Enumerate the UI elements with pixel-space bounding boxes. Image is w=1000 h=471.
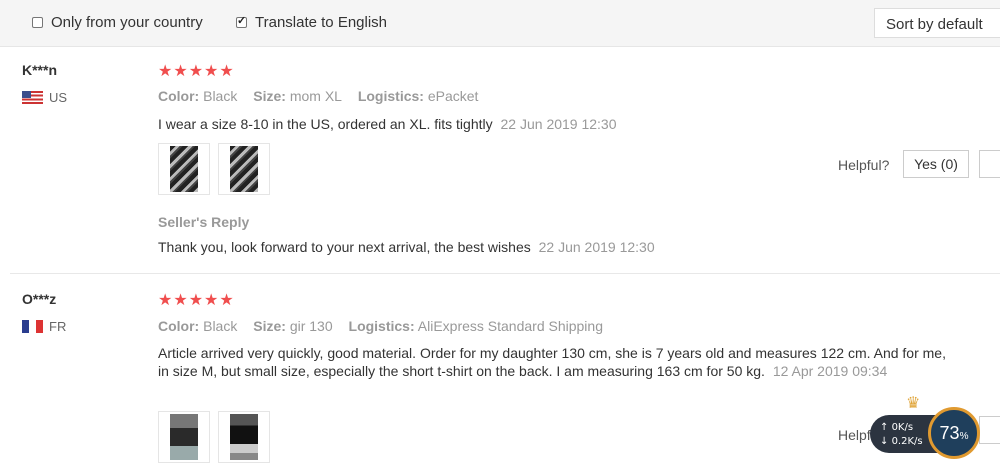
color-label: Color: bbox=[158, 88, 200, 104]
crown-icon: ♛ bbox=[906, 395, 921, 412]
seller-reply-label: Seller's Reply bbox=[158, 214, 250, 230]
review-text: I wear a size 8-10 in the US, ordered an… bbox=[158, 115, 948, 133]
translate-label: Translate to English bbox=[255, 14, 388, 31]
logistics-label: Logistics: bbox=[357, 88, 424, 104]
logistics-label: Logistics: bbox=[348, 318, 415, 334]
only-country-filter[interactable]: Only from your country bbox=[32, 14, 203, 31]
star-rating: ★★★★★ bbox=[158, 63, 235, 80]
size-label: Size: bbox=[253, 318, 286, 334]
color-value: Black bbox=[203, 318, 238, 334]
network-speed-widget[interactable]: ↑ 0K/s ↓ 0.2K/s ♛ 73% bbox=[866, 395, 990, 461]
upload-rate: ↑ 0K/s bbox=[880, 422, 914, 433]
review-date: 22 Jun 2019 12:30 bbox=[500, 116, 617, 132]
only-country-checkbox[interactable] bbox=[32, 17, 43, 28]
country-code: FR bbox=[49, 319, 67, 334]
color-value: Black bbox=[203, 88, 238, 104]
review-body: I wear a size 8-10 in the US, ordered an… bbox=[158, 116, 493, 132]
review-photo[interactable] bbox=[158, 411, 210, 463]
review-divider bbox=[10, 273, 1000, 274]
reviewer-country: FR bbox=[22, 319, 66, 334]
usage-percent: 73 bbox=[939, 423, 960, 443]
seller-reply-text: Thank you, look forward to your next arr… bbox=[158, 238, 948, 256]
logistics-value: AliExpress Standard Shipping bbox=[417, 318, 603, 334]
translate-filter[interactable]: Translate to English bbox=[236, 14, 387, 31]
helpful-no-button[interactable] bbox=[979, 150, 1000, 178]
country-code: US bbox=[49, 90, 68, 105]
download-rate: ↓ 0.2K/s bbox=[880, 436, 923, 447]
review-text: Article arrived very quickly, good mater… bbox=[158, 344, 948, 380]
review-photo[interactable] bbox=[218, 411, 270, 463]
review-date: 12 Apr 2019 09:34 bbox=[772, 363, 888, 379]
size-value: mom XL bbox=[289, 88, 342, 104]
memory-usage-gauge[interactable]: 73% bbox=[928, 407, 980, 459]
fr-flag-icon bbox=[22, 320, 43, 333]
reviewer-name: O***z bbox=[22, 291, 57, 307]
percent-sign: % bbox=[959, 431, 969, 442]
review-meta: Color: Black Size: mom XL Logistics: ePa… bbox=[158, 88, 478, 104]
logistics-value: ePacket bbox=[427, 88, 479, 104]
translate-checkbox[interactable] bbox=[236, 14, 247, 28]
reviewer-name: K***n bbox=[22, 62, 58, 78]
star-rating: ★★★★★ bbox=[158, 292, 235, 309]
sort-dropdown[interactable]: Sort by default bbox=[874, 8, 1000, 38]
size-label: Size: bbox=[253, 88, 286, 104]
us-flag-icon bbox=[22, 91, 43, 104]
color-label: Color: bbox=[158, 318, 200, 334]
review-photo[interactable] bbox=[218, 143, 270, 195]
size-value: gir 130 bbox=[289, 318, 333, 334]
only-country-label: Only from your country bbox=[51, 14, 203, 31]
helpful-yes-button[interactable]: Yes (0) bbox=[903, 150, 969, 178]
seller-reply-date: 22 Jun 2019 12:30 bbox=[538, 239, 655, 255]
filter-bar: Only from your country Translate to Engl… bbox=[0, 0, 1000, 47]
review-photos bbox=[158, 411, 278, 463]
review-meta: Color: Black Size: gir 130 Logistics: Al… bbox=[158, 318, 603, 334]
helpful-label: Helpful? bbox=[838, 157, 890, 173]
reviewer-country: US bbox=[22, 90, 67, 105]
review-photo[interactable] bbox=[158, 143, 210, 195]
seller-reply-body: Thank you, look forward to your next arr… bbox=[158, 239, 531, 255]
review-photos bbox=[158, 143, 278, 195]
